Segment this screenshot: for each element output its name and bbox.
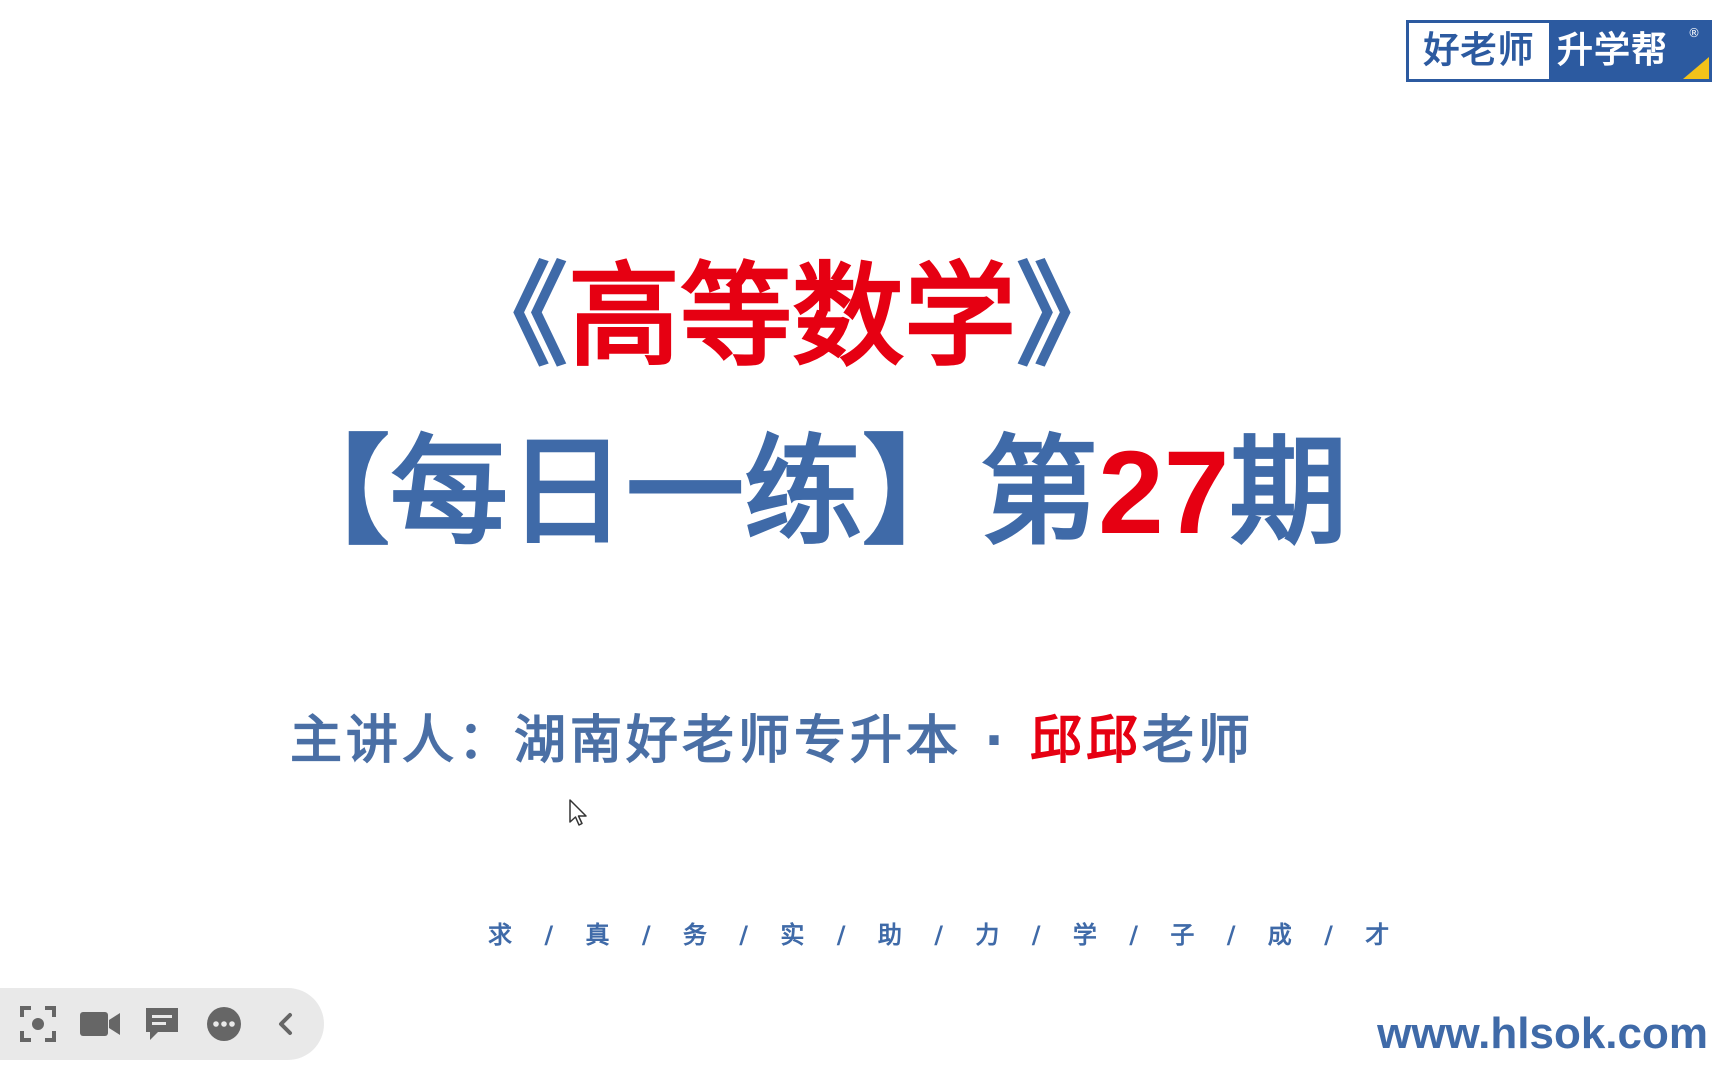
chevron-left-icon (279, 1013, 292, 1035)
presenter-line: 主讲人：湖南好老师专升本 · 邱邱老师 (290, 706, 1254, 776)
more-icon (207, 1007, 241, 1041)
video-camera-icon (80, 1012, 120, 1036)
motto: 求 / 真 / 务 / 实 / 助 / 力 / 学 / 子 / 成 / 才 (488, 921, 1402, 949)
title-open-quote: 《 (456, 252, 568, 382)
screenshot-icon (20, 1006, 56, 1042)
logo-corner-decoration (1683, 57, 1709, 79)
camera-button[interactable] (76, 999, 124, 1049)
teacher-title: 老师 (1141, 711, 1254, 771)
issue-prefix: 第 (980, 423, 1099, 561)
series-name: 每日一练 (390, 423, 863, 561)
presenter-label: 主讲人：湖南好老师专升本 · (290, 711, 1030, 771)
logo-right-text: 升学帮 (1557, 30, 1669, 71)
issue-suffix: 期 (1229, 423, 1348, 561)
brand-logo: 好老师 升学帮 ® (1406, 20, 1712, 82)
comment-button[interactable] (138, 999, 186, 1049)
slide-canvas: 好老师 升学帮 ® 《高等数学》 【每日一练】第27期 主讲人：湖南好老师专升本… (0, 0, 1728, 1080)
registered-mark: ® (1688, 26, 1701, 40)
logo-right-text-box: 升学帮 ® (1549, 23, 1709, 79)
logo-left-text: 好老师 (1409, 23, 1549, 79)
series-close-bracket: 】 (862, 423, 981, 561)
screenshot-button[interactable] (14, 999, 62, 1049)
series-open-bracket: 【 (272, 423, 391, 561)
course-title: 《高等数学》 (456, 252, 1128, 382)
more-button[interactable] (200, 999, 248, 1049)
teacher-name: 邱邱 (1029, 711, 1142, 771)
collapse-toolbar-button[interactable] (262, 999, 310, 1049)
player-toolbar (0, 988, 324, 1060)
course-name: 高等数学 (568, 252, 1016, 382)
mouse-cursor-icon (569, 799, 587, 826)
website-url: www.hlsok.com (1377, 1009, 1708, 1058)
title-close-quote: 》 (1016, 252, 1128, 382)
series-title: 【每日一练】第27期 (272, 424, 1347, 561)
issue-number: 27 (1098, 427, 1230, 559)
comment-icon (146, 1008, 178, 1040)
